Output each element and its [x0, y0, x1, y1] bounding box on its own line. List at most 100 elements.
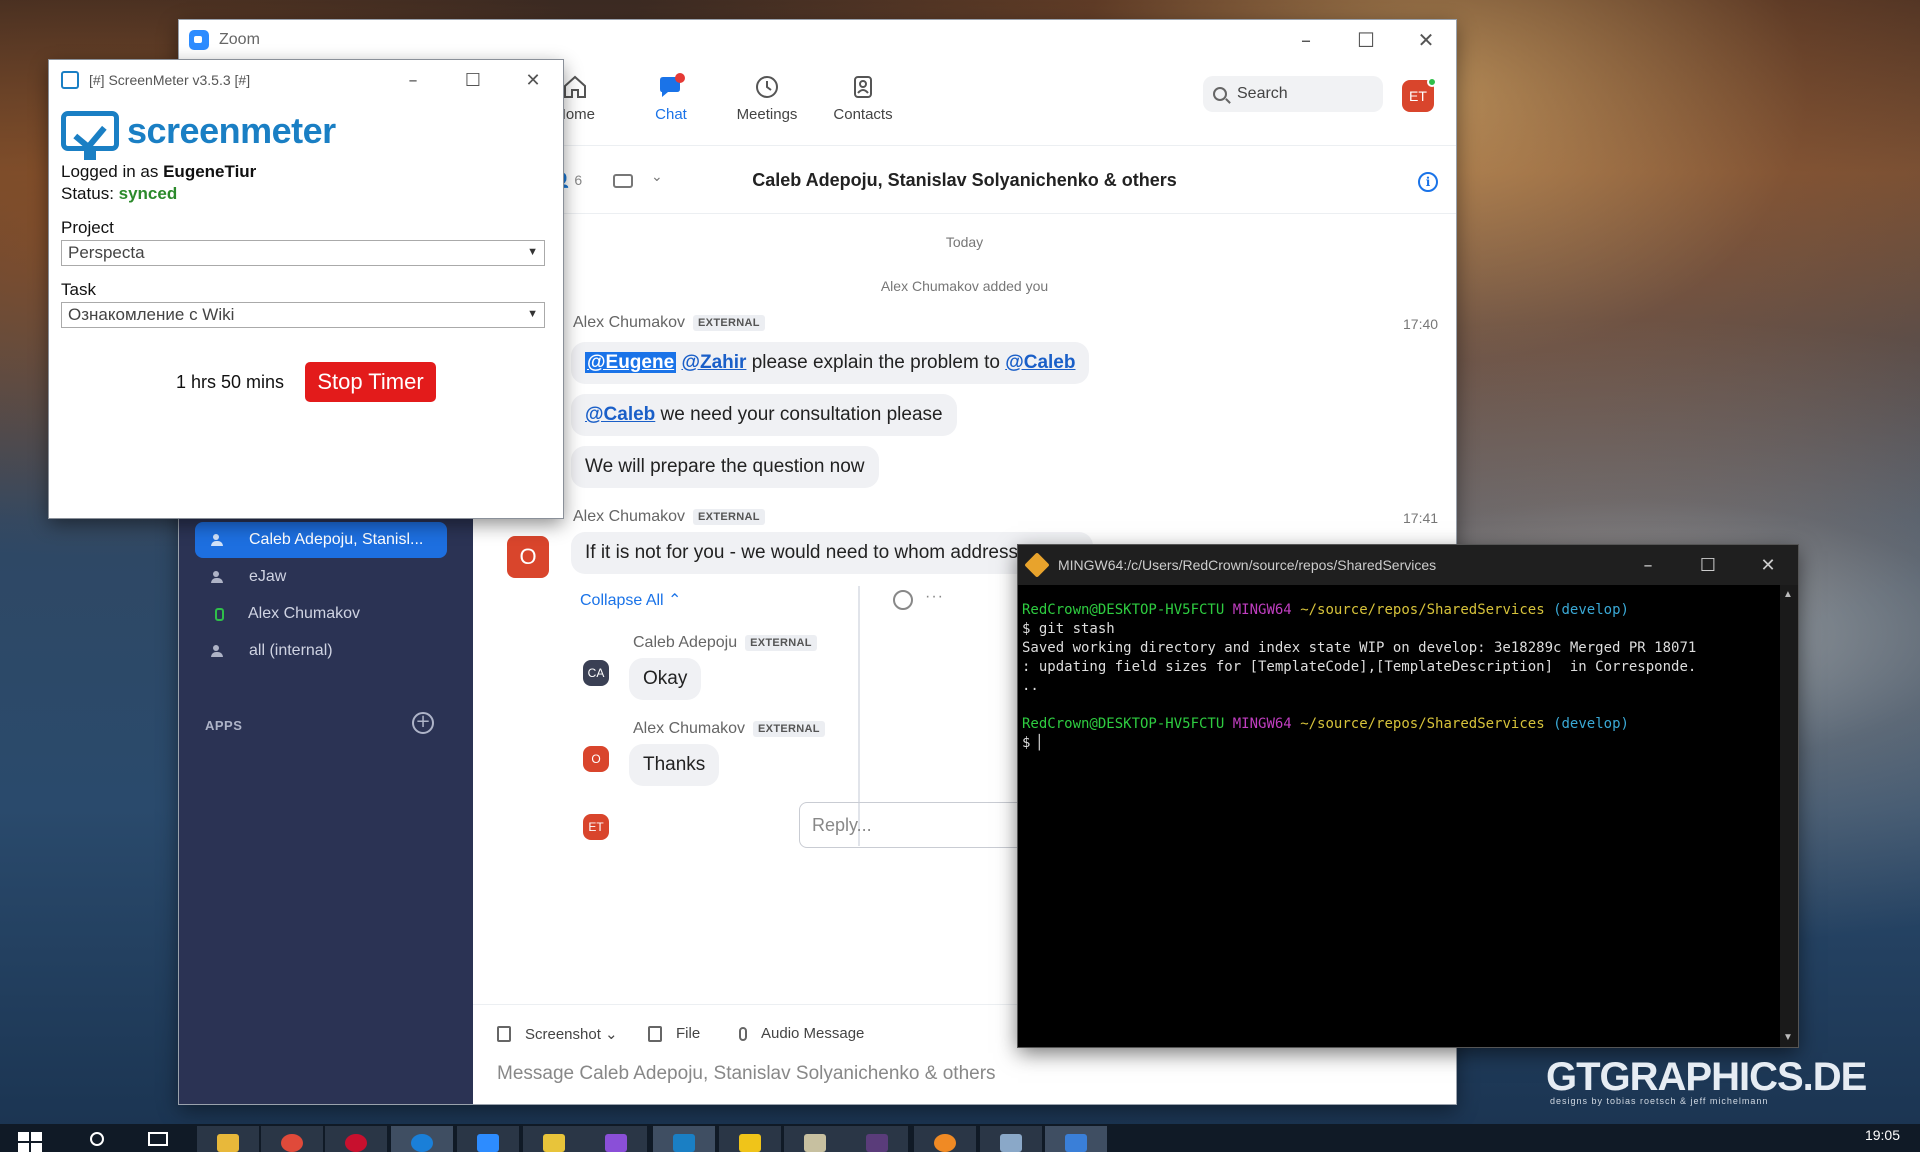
reply-bubble[interactable]: Okay	[629, 658, 702, 700]
avatar[interactable]: O	[507, 536, 549, 578]
project-label: Project	[61, 218, 114, 237]
close-button[interactable]: ✕	[1738, 545, 1798, 585]
taskbar-screenmeter[interactable]	[653, 1126, 715, 1152]
mention-caleb[interactable]: @Caleb	[585, 404, 655, 425]
minimize-button[interactable]: –	[1276, 20, 1336, 60]
clock-icon	[756, 76, 778, 98]
terminal-output-line: : updating field sizes for [TemplateCode…	[1022, 659, 1697, 675]
close-button[interactable]: ✕	[503, 60, 563, 100]
prompt-shell: MINGW64	[1232, 602, 1292, 618]
collapse-all-button[interactable]: Collapse All ⌃	[580, 590, 681, 610]
taskbar-window[interactable]	[1045, 1126, 1107, 1152]
window-icon	[1065, 1134, 1087, 1152]
reply-sender: Alex Chumakov EXTERNAL	[633, 720, 825, 738]
prompt-path: ~/source/repos/SharedServices	[1300, 716, 1545, 732]
search-label: Search	[1237, 85, 1288, 102]
taskbar-skype[interactable]	[391, 1126, 453, 1152]
sidebar-item-caleb-group[interactable]: Caleb Adepoju, Stanisl...	[195, 522, 447, 558]
screenshot-button[interactable]: Screenshot ⌄	[497, 1025, 618, 1043]
taskbar-search-icon[interactable]	[90, 1132, 104, 1146]
nav-contacts[interactable]: Contacts	[818, 72, 908, 123]
minimize-button[interactable]: –	[1618, 545, 1678, 585]
task-view-icon[interactable]	[148, 1132, 168, 1146]
taskbar-file-explorer[interactable]	[197, 1126, 259, 1152]
maximize-button[interactable]: ☐	[1336, 20, 1396, 60]
sublime-icon	[934, 1134, 956, 1152]
sidebar-item-alex-chumakov[interactable]: Alex Chumakov	[195, 596, 447, 632]
mention-caleb[interactable]: @Caleb	[1005, 352, 1075, 373]
nav-chat[interactable]: Chat	[626, 72, 716, 123]
user-avatar[interactable]: ET	[1402, 77, 1437, 112]
message-bubble[interactable]: We will prepare the question now	[571, 446, 879, 488]
taskbar-notes[interactable]	[523, 1126, 585, 1152]
sidebar-item-label: all (internal)	[249, 642, 333, 659]
cursor: ▏	[1038, 735, 1048, 751]
terminal-scrollbar[interactable]: ▲ ▼	[1780, 585, 1798, 1047]
reply-bubble[interactable]: Thanks	[629, 744, 720, 786]
search-box[interactable]: Search	[1203, 76, 1383, 112]
windows-start-icon[interactable]	[18, 1132, 42, 1152]
taskbar-clock[interactable]: 19:05	[1865, 1127, 1900, 1143]
taskbar-terminal[interactable]	[846, 1126, 908, 1152]
taskbar-chrome[interactable]	[261, 1126, 323, 1152]
mention-zahir[interactable]: @Zahir	[681, 352, 746, 373]
avatar[interactable]: CA	[583, 660, 609, 686]
info-icon[interactable]: i	[1418, 172, 1438, 192]
avatar[interactable]: O	[583, 746, 609, 772]
message-text: please explain the problem to	[746, 352, 1006, 373]
taskbar-visual-studio[interactable]	[585, 1126, 647, 1152]
screenmeter-app-icon	[61, 71, 79, 89]
file-icon	[648, 1025, 662, 1042]
add-app-icon[interactable]: +	[412, 712, 434, 734]
taskbar-opera[interactable]	[325, 1126, 387, 1152]
screenshot-label: Screenshot ⌄	[525, 1026, 618, 1043]
taskbar-editor[interactable]	[784, 1126, 846, 1152]
wallpaper-watermark: GTGRAPHICS.DE designs by tobias roetsch …	[1546, 1055, 1867, 1106]
message-bubble[interactable]: If it is not for you - we would need to …	[571, 532, 1094, 574]
file-label: File	[676, 1025, 701, 1042]
contact-status-icon	[215, 607, 224, 621]
maximize-button[interactable]: ☐	[443, 60, 503, 100]
audio-message-button[interactable]: Audio Message	[739, 1025, 864, 1042]
monitor-check-icon	[61, 111, 119, 160]
status-prefix: Status:	[61, 184, 119, 203]
taskbar-zoom[interactable]	[457, 1126, 519, 1152]
maximize-button[interactable]: ☐	[1678, 545, 1738, 585]
file-button[interactable]: File	[648, 1025, 700, 1042]
scroll-up-icon[interactable]: ▲	[1783, 589, 1793, 600]
user-avatar-initials: ET	[1409, 88, 1427, 104]
nav-meetings[interactable]: Meetings	[722, 72, 812, 123]
project-select[interactable]: Perspecta ▼	[61, 240, 545, 266]
stop-timer-button[interactable]: Stop Timer	[305, 362, 436, 402]
scroll-down-icon[interactable]: ▼	[1783, 1032, 1793, 1043]
more-options-icon[interactable]: ···	[925, 588, 944, 606]
terminal-prompt: $	[1022, 735, 1031, 751]
external-badge: EXTERNAL	[693, 509, 765, 525]
message-bubble[interactable]: @Eugene @Zahir please explain the proble…	[571, 342, 1090, 384]
sidebar-item-ejaw[interactable]: eJaw	[195, 559, 447, 595]
emoji-reaction-icon[interactable]	[893, 590, 913, 610]
mention-eugene[interactable]: @Eugene	[585, 352, 677, 373]
folder-icon	[217, 1134, 239, 1152]
chrome-icon	[281, 1134, 303, 1152]
close-button[interactable]: ✕	[1396, 20, 1456, 60]
nav-meetings-label: Meetings	[736, 106, 798, 123]
message-bubble[interactable]: @Caleb we need your consultation please	[571, 394, 957, 436]
message-time: 17:41	[1403, 510, 1439, 526]
task-select[interactable]: Ознакомление с Wiki ▼	[61, 302, 545, 328]
sidebar-item-all-internal[interactable]: all (internal)	[195, 633, 447, 669]
minimize-button[interactable]: –	[383, 60, 443, 100]
dropdown-arrow-icon: ▼	[527, 308, 538, 320]
system-message: Alex Chumakov added you	[880, 278, 1049, 294]
message-input[interactable]: Message Caleb Adepoju, Stanislav Solyani…	[497, 1063, 996, 1085]
project-value: Perspecta	[68, 243, 145, 262]
logged-in-user: EugeneTiur	[163, 162, 257, 181]
taskbar-tool[interactable]	[980, 1126, 1042, 1152]
taskbar-vpn[interactable]	[719, 1126, 781, 1152]
editor-icon	[804, 1134, 826, 1152]
taskbar-sublime[interactable]	[914, 1126, 976, 1152]
sender-name: Alex Chumakov	[573, 314, 686, 331]
sidebar-item-label: eJaw	[249, 568, 287, 585]
terminal-window-title: MINGW64:/c/Users/RedCrown/source/repos/S…	[1058, 557, 1437, 573]
terminal-output[interactable]: RedCrown@DESKTOP-HV5FCTU MINGW64 ~/sourc…	[1022, 601, 1772, 753]
